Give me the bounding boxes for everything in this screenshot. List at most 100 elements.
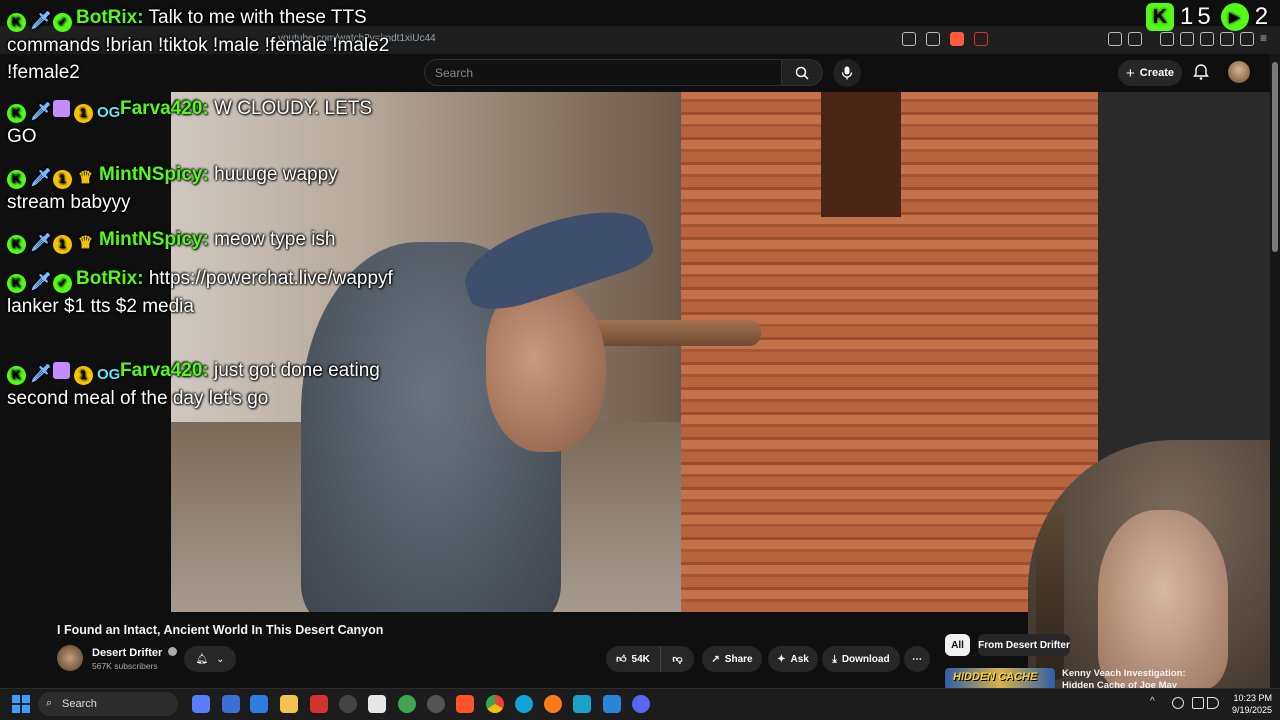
account-avatar[interactable] [1228, 61, 1250, 83]
create-button[interactable]: + Create [1118, 60, 1182, 86]
verified-badge-icon: ✓ [53, 13, 72, 32]
gift-badge-icon [53, 100, 70, 117]
subscription-bell-button[interactable]: 🔔︎ ⌄ [184, 646, 236, 672]
clock-time[interactable]: 10:23 PM [1222, 693, 1272, 703]
chrome-icon[interactable] [486, 695, 504, 713]
chat-username: Farva420: [120, 360, 209, 381]
menu-icon[interactable]: ≡ [1260, 32, 1274, 46]
rewards-icon[interactable] [974, 32, 988, 46]
chat-username: BotRix: [76, 7, 144, 28]
recommended-video-title[interactable]: Kenny Veach Investigation: Hidden Cache … [1062, 668, 1192, 690]
sword-badge-icon: 🗡︎ [30, 102, 52, 121]
channel-avatar[interactable] [57, 645, 83, 671]
brave-browser-icon[interactable] [456, 695, 474, 713]
tab-icon[interactable] [1128, 32, 1142, 46]
chip-all[interactable]: All [945, 634, 970, 656]
gift-badge-icon [53, 362, 70, 379]
chat-message: K 🗡︎ ✓ BotRix: https://powerchat.live/wappy… [7, 265, 397, 320]
crown-badge-icon: ♛ [77, 233, 94, 252]
settings-gear-icon[interactable] [427, 695, 445, 713]
microphone-tray-icon[interactable] [1172, 697, 1184, 709]
channel-name[interactable]: Desert Drifter [92, 647, 178, 659]
sword-badge-icon: 🗡︎ [30, 11, 52, 30]
more-actions-button[interactable]: ⋯ [904, 646, 930, 672]
like-count: 54K [631, 653, 650, 665]
notifications-bell-icon[interactable] [1192, 63, 1210, 81]
dislike-button[interactable]: 👎︎ [660, 646, 694, 672]
file-explorer-icon[interactable] [280, 695, 298, 713]
network-icon[interactable] [1192, 697, 1204, 709]
share-page-icon[interactable] [926, 32, 940, 46]
discord-icon[interactable] [632, 695, 650, 713]
download-button[interactable]: ⤓ Download [822, 646, 900, 672]
chat-message: K 🗡︎ 1 OGFarva420: just got done eating sec… [7, 357, 397, 412]
infinity-app-icon[interactable] [573, 695, 591, 713]
chat-text: meow type ish [214, 229, 336, 250]
sword-badge-icon: 🗡︎ [30, 364, 52, 383]
obs-icon[interactable] [339, 695, 357, 713]
like-button[interactable]: 👍︎ 54K [606, 646, 660, 672]
wallet-icon[interactable] [1200, 32, 1214, 46]
chat-username: MintNSpicy: [99, 229, 209, 250]
search-icon: ⌕ [46, 697, 53, 709]
one-month-badge-icon: 1 [74, 366, 93, 385]
sidebar-toggle-icon[interactable] [1180, 32, 1194, 46]
wooden-beam [581, 320, 761, 346]
download-label: Download [841, 653, 890, 665]
crown-badge-icon: ♛ [77, 168, 94, 187]
start-button[interactable] [12, 695, 30, 713]
app-r-icon[interactable] [250, 695, 268, 713]
subscriber-count: 567K subscribers [92, 661, 158, 671]
share-label: Share [724, 653, 753, 665]
one-month-badge-icon: 1 [74, 104, 93, 123]
share-icon: ↗ [711, 653, 720, 665]
outlook-icon[interactable] [222, 695, 240, 713]
search-button[interactable] [781, 59, 823, 86]
chat-overlay: K 🗡︎ ✓ BotRix: Talk to me with these TTS co… [0, 0, 400, 420]
music-icon[interactable] [1160, 32, 1174, 46]
plus-icon: + [1125, 64, 1135, 82]
ask-button[interactable]: ✦ Ask [768, 646, 818, 672]
share-button[interactable]: ↗ Share [702, 646, 762, 672]
sword-badge-icon: 🗡︎ [30, 272, 52, 291]
chat-username: Farva420: [120, 98, 209, 119]
maps-icon[interactable] [398, 695, 416, 713]
video-title: I Found an Intact, Ancient World In This… [57, 623, 384, 637]
edge-icon[interactable] [515, 695, 533, 713]
thumbs-up-icon: 👍︎ [616, 654, 627, 665]
recommended-thumbnail[interactable]: HIDDEN CACHE [945, 668, 1055, 690]
chat-message: K 🗡︎ ✓ BotRix: Talk to me with these TTS co… [7, 4, 397, 86]
chat-username: BotRix: [76, 268, 144, 289]
vpn-icon[interactable] [1220, 32, 1234, 46]
og-badge-icon: OG [97, 366, 121, 383]
brave-shield-icon[interactable] [950, 32, 964, 46]
taskbar-search[interactable]: ⌕ Search [38, 692, 178, 716]
search-input[interactable]: Search [424, 59, 782, 86]
screen-cast-icon[interactable] [902, 32, 916, 46]
sparkle-icon: ✦ [777, 653, 786, 665]
kick-badge-icon: K [7, 170, 26, 189]
firefox-icon[interactable] [544, 695, 562, 713]
scrollbar-thumb[interactable] [1272, 62, 1278, 252]
netflix-icon[interactable] [310, 695, 328, 713]
chip-from-channel[interactable]: From Desert Drifter [978, 634, 1070, 656]
task-view-icon[interactable] [192, 695, 210, 713]
shield-icon[interactable] [1240, 32, 1254, 46]
clock-date[interactable]: 9/19/2025 [1222, 705, 1272, 715]
chat-message: K 🗡︎ 1 ♛ MintNSpicy: meow type ish [7, 226, 397, 254]
second-count: 2 [1254, 3, 1269, 30]
extensions-icon[interactable] [1108, 32, 1122, 46]
og-badge-icon: OG [97, 104, 121, 121]
volume-icon[interactable] [1207, 697, 1219, 709]
kick-badge-icon: K [7, 274, 26, 293]
voice-search-button[interactable] [833, 59, 861, 87]
more-horizontal-icon: ⋯ [912, 653, 922, 665]
verified-icon [168, 647, 178, 656]
one-month-badge-icon: 1 [53, 170, 72, 189]
channel-name-text: Desert Drifter [92, 647, 163, 659]
microphone-icon [841, 66, 853, 80]
chat-message: K 🗡︎ 1 ♛ MintNSpicy: huuuge wappy stream bab… [7, 161, 397, 216]
vscode-icon[interactable] [603, 695, 621, 713]
capcut-icon[interactable] [368, 695, 386, 713]
chevron-up-icon[interactable]: ^ [1150, 697, 1162, 709]
